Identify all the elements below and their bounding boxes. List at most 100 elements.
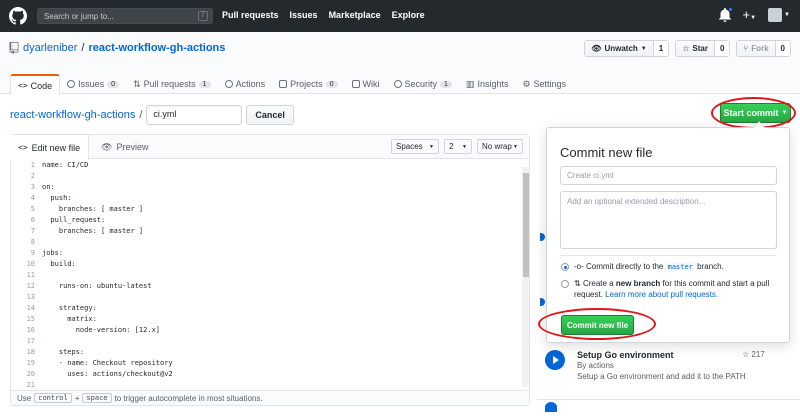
code-line[interactable]: 1 name: CI/CD <box>11 160 523 171</box>
tab-count: 1 <box>440 80 452 88</box>
fork-count[interactable]: 0 <box>775 41 790 56</box>
line-number: 16 <box>26 326 35 334</box>
line-number: 18 <box>26 348 35 356</box>
code-line[interactable]: 7 branches: [ master ] <box>11 226 523 237</box>
chevron-down-icon: ▼ <box>781 110 788 116</box>
nav-marketplace[interactable]: Marketplace <box>329 10 381 20</box>
star-count[interactable]: 0 <box>714 41 730 56</box>
tab-code[interactable]: <> Code <box>10 74 61 95</box>
code-line[interactable]: 2 <box>11 171 523 182</box>
notifications-bell-icon[interactable] <box>718 7 733 22</box>
code-line[interactable]: 4 push: <box>11 193 523 204</box>
line-number: 12 <box>26 282 35 290</box>
code-line[interactable]: 13 <box>11 292 523 303</box>
nav-issues[interactable]: Issues <box>290 10 318 20</box>
global-header: Search or jump to... / Pull requests Iss… <box>0 0 800 32</box>
start-commit-button[interactable]: Start commit ▼ <box>720 103 791 123</box>
search-input[interactable]: Search or jump to... / <box>37 8 213 24</box>
edit-tab-label: Edit new file <box>31 142 81 153</box>
line-content <box>35 237 42 248</box>
code-line[interactable]: 17 <box>11 336 523 347</box>
tab-wiki[interactable]: Wiki <box>345 74 387 94</box>
code-line[interactable]: 12 runs-on: ubuntu-latest <box>11 281 523 292</box>
repo-title-sep: / <box>81 42 85 54</box>
create-new-menu[interactable]: +▼ <box>743 8 757 22</box>
wrap-mode-select[interactable]: No wrap ▼ <box>477 139 523 154</box>
line-number: 17 <box>26 337 35 345</box>
line-number: 1 <box>30 161 35 169</box>
tab-pull-requests[interactable]: ⇅ Pull requests 1 <box>126 74 217 94</box>
line-number: 20 <box>26 370 35 378</box>
line-number: 14 <box>26 304 35 312</box>
user-menu[interactable]: ▼ <box>768 8 790 22</box>
repo-name-link[interactable]: react-workflow-gh-actions <box>88 42 225 54</box>
code-line[interactable]: 15 matrix: <box>11 314 523 325</box>
indent-mode-select[interactable]: Spaces ▼ <box>391 139 439 154</box>
tab-edit-new-file[interactable]: <> Edit new file <box>10 135 90 160</box>
commit-direct-label[interactable]: -o- Commit directly to the master branch… <box>574 261 724 273</box>
issue-icon <box>67 80 76 88</box>
code-line[interactable]: 5 branches: [ master ] <box>11 204 523 215</box>
commit-direct-radio[interactable] <box>561 263 569 271</box>
editor-scroll-thumb[interactable] <box>523 173 529 277</box>
unwatch-button[interactable]: 👁 Unwatch ▼ 1 <box>584 40 670 57</box>
chevron-down-icon: ▼ <box>784 12 790 18</box>
line-number: 9 <box>30 249 35 257</box>
code-icon: <> <box>18 81 28 90</box>
commit-summary-input[interactable]: Create ci.yml <box>560 166 777 185</box>
code-line[interactable]: 3 on: <box>11 182 523 193</box>
nav-explore[interactable]: Explore <box>392 10 425 20</box>
chevron-down-icon: ▼ <box>429 143 434 150</box>
code-line[interactable]: 16 node-version: [12.x] <box>11 325 523 336</box>
tab-issues[interactable]: Issues 0 <box>60 74 126 94</box>
nav-pull-requests[interactable]: Pull requests <box>222 10 279 20</box>
editor-toolbar: <> Edit new file 👁 Preview Spaces ▼ 2 ▼ No… <box>10 135 529 160</box>
code-line[interactable]: 11 <box>11 270 523 281</box>
code-area[interactable]: 1 name: CI/CD 2 3 on: 4 push: 5 branches: [ ma… <box>11 160 523 388</box>
chevron-down-icon: ▼ <box>513 143 518 150</box>
commit-new-file-popover: Commit new file Create ci.yml Add an opt… <box>546 121 790 343</box>
wrap-mode-value: No wrap <box>482 142 512 151</box>
repo-title: dyarleniber / react-workflow-gh-actions <box>9 42 225 54</box>
line-number: 21 <box>26 381 35 388</box>
tab-projects[interactable]: Projects 0 <box>272 74 344 94</box>
commit-description-textarea[interactable]: Add an optional extended description... <box>560 191 777 249</box>
code-line[interactable]: 19 - name: Checkout repository <box>11 358 523 369</box>
indent-size-value: 2 <box>449 142 454 151</box>
line-number: 10 <box>26 260 35 268</box>
repo-owner-link[interactable]: dyarleniber <box>23 42 77 54</box>
commit-new-branch-label[interactable]: ⇅ Create a new branch for this commit an… <box>574 278 774 300</box>
indent-size-select[interactable]: 2 ▼ <box>444 139 472 154</box>
tab-preview[interactable]: 👁 Preview <box>93 135 156 159</box>
file-editor: <> Edit new file 👁 Preview Spaces ▼ 2 ▼ No… <box>10 134 530 406</box>
code-line[interactable]: 20 uses: actions/checkout@v2 <box>11 369 523 380</box>
tab-insights[interactable]: ▥ Insights <box>459 74 516 94</box>
tab-settings[interactable]: ⚙ Settings <box>515 74 573 94</box>
fork-button[interactable]: ⑂ Fork 0 <box>736 40 791 57</box>
code-line[interactable]: 10 build: <box>11 259 523 270</box>
code-line[interactable]: 8 <box>11 237 523 248</box>
code-line[interactable]: 9 jobs: <box>11 248 523 259</box>
line-content <box>35 380 42 388</box>
learn-more-pull-requests-link[interactable]: Learn more about pull requests. <box>605 290 718 299</box>
github-logo-icon[interactable] <box>9 7 27 25</box>
line-content <box>35 292 42 303</box>
star-button[interactable]: ☆ Star 0 <box>675 40 731 57</box>
code-line[interactable]: 21 <box>11 380 523 388</box>
tab-label: Projects <box>290 79 323 89</box>
watch-count[interactable]: 1 <box>653 41 669 56</box>
code-line[interactable]: 14 strategy: <box>11 303 523 314</box>
tab-actions[interactable]: Actions <box>218 74 273 94</box>
breadcrumb-repo-link[interactable]: react-workflow-gh-actions <box>10 109 135 121</box>
cancel-button[interactable]: Cancel <box>246 105 294 125</box>
commit-new-branch-radio[interactable] <box>561 280 569 288</box>
filename-input[interactable]: ci.yml <box>146 105 243 125</box>
tab-security[interactable]: Security 1 <box>387 74 459 94</box>
code-line[interactable]: 6 pull_request: <box>11 215 523 226</box>
line-number: 13 <box>26 293 35 301</box>
line-content: branches: [ master ] <box>42 205 144 213</box>
marketplace-item-title[interactable]: Setup Go environment <box>577 350 674 360</box>
line-content: on: <box>42 183 55 191</box>
code-line[interactable]: 18 steps: <box>11 347 523 358</box>
commit-new-file-button[interactable]: Commit new file <box>561 315 634 335</box>
